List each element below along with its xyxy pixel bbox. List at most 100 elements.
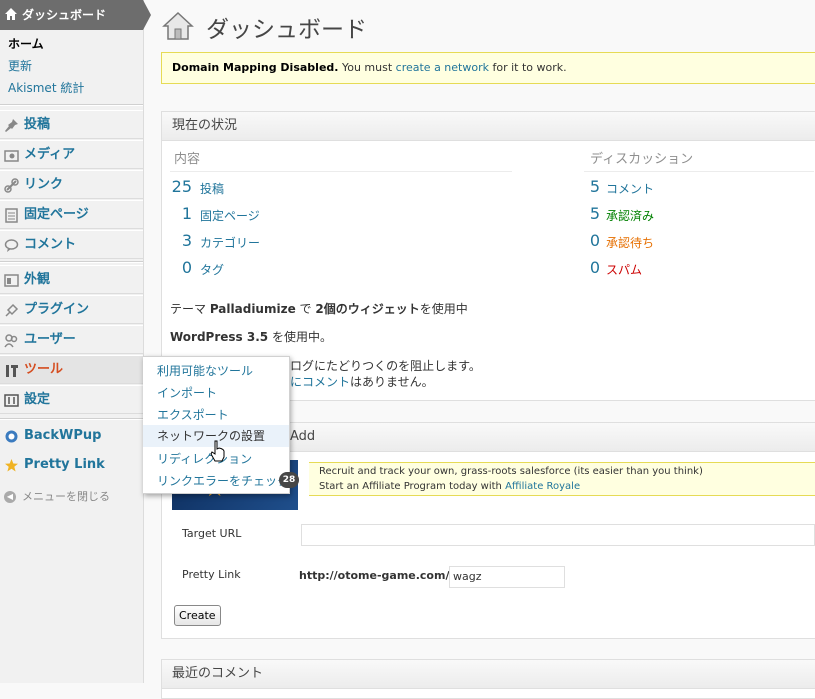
categories-link[interactable]: カテゴリー: [200, 234, 260, 251]
admin-sidebar: ダッシュボード ホーム 更新 Akismet 統計 投稿 メディア リンク 固定…: [0, 0, 151, 683]
menu-plugins[interactable]: プラグイン: [0, 295, 143, 324]
menu-settings[interactable]: 設定: [0, 385, 143, 414]
posts-link[interactable]: 投稿: [200, 180, 224, 197]
create-button[interactable]: Create: [174, 605, 221, 626]
menu-users-label: ユーザー: [24, 332, 76, 347]
menu-separator: [0, 261, 143, 263]
promo-line-2: Start an Affiliate Program today with Af…: [319, 479, 805, 494]
menu-backwpup[interactable]: BackWPup: [0, 422, 143, 451]
flyout-broken-link-checker[interactable]: リンクエラーをチェック: [157, 473, 289, 489]
hand-cursor-icon: [210, 440, 225, 462]
collapse-menu[interactable]: ◀ メニューを閉じる: [4, 489, 110, 505]
recent-comments-title[interactable]: 最近のコメント: [162, 660, 815, 689]
row-divider: [584, 171, 814, 172]
row-divider: [170, 171, 512, 172]
main-content: ダッシュボード Domain Mapping Disabled. You mus…: [144, 0, 815, 699]
menu-media-label: メディア: [24, 147, 76, 162]
submenu-home[interactable]: ホーム: [0, 33, 143, 55]
broken-links-count-badge: 28: [279, 472, 299, 488]
affiliate-royale-link[interactable]: Affiliate Royale: [505, 481, 580, 492]
tags-count[interactable]: 0: [154, 258, 192, 277]
menu-pretty-link[interactable]: Pretty Link: [0, 451, 143, 480]
flyout-import[interactable]: インポート: [157, 385, 217, 401]
target-url-label: Target URL: [182, 527, 242, 540]
appearance-icon: [4, 274, 19, 287]
menu-plugins-label: プラグイン: [24, 302, 90, 317]
plugin-icon: [5, 303, 19, 317]
notice-text-post: for it to work.: [488, 61, 567, 74]
create-network-link[interactable]: create a network: [396, 61, 489, 74]
submenu-akismet-stats[interactable]: Akismet 統計: [0, 77, 143, 99]
promo-line-2-text: Start an Affiliate Program today with: [319, 481, 506, 492]
target-url-input[interactable]: [301, 524, 815, 546]
menu-settings-label: 設定: [24, 392, 51, 407]
promo-line-1: Recruit and track your own, grass-roots …: [319, 466, 703, 477]
theme-text-mid: で: [295, 302, 316, 316]
menu-appearance[interactable]: 外観: [0, 265, 143, 294]
menu-links-label: リンク: [24, 177, 64, 192]
backwpup-icon: [5, 430, 18, 443]
collapse-label: メニューを閉じる: [22, 490, 110, 503]
link-icon: [4, 178, 19, 193]
wp-version: WordPress 3.5: [170, 330, 269, 344]
menu-posts-label: 投稿: [24, 117, 51, 132]
users-icon: [4, 334, 18, 348]
spam-count[interactable]: 0: [562, 258, 600, 277]
approved-count[interactable]: 5: [562, 204, 600, 223]
akismet-queue-post: はありません。: [350, 375, 434, 389]
comments-count[interactable]: 5: [562, 177, 600, 196]
affiliate-promo: Recruit and track your own, grass-roots …: [309, 462, 815, 496]
pretty-link-label: Pretty Link: [182, 568, 241, 581]
menu-separator: [0, 418, 143, 420]
widgets-link[interactable]: 2個のウィジェット: [315, 302, 419, 316]
flyout-redirection[interactable]: リディレクション: [157, 451, 252, 467]
approved-link[interactable]: 承認済み: [606, 207, 654, 224]
theme-text-pre: テーマ: [170, 302, 210, 316]
star-icon: [5, 459, 18, 472]
pages-count[interactable]: 1: [154, 204, 192, 223]
pending-count[interactable]: 0: [562, 231, 600, 250]
notice-bold: Domain Mapping Disabled.: [172, 61, 339, 74]
theme-info: テーマ Palladiumize で 2個のウィジェットを使用中: [170, 300, 468, 317]
notice-text-pre: You must: [338, 61, 396, 74]
menu-appearance-label: 外観: [24, 272, 51, 287]
menu-pages-label: 固定ページ: [24, 207, 89, 222]
theme-link[interactable]: Palladiumize: [210, 302, 296, 316]
menu-dashboard[interactable]: ダッシュボード: [0, 0, 151, 30]
menu-users[interactable]: ユーザー: [0, 325, 143, 354]
spam-link[interactable]: スパム: [606, 261, 642, 278]
page-icon: [5, 208, 18, 223]
tags-link[interactable]: タグ: [200, 261, 224, 278]
domain-mapping-notice: Domain Mapping Disabled. You must create…: [161, 52, 815, 84]
media-icon: [4, 150, 19, 162]
menu-links[interactable]: リンク: [0, 170, 143, 199]
posts-count[interactable]: 25: [154, 177, 192, 196]
pretty-link-prefix: http://otome-game.com/: [299, 569, 450, 582]
menu-tools[interactable]: ツール: [0, 355, 151, 384]
collapse-icon: ◀: [4, 491, 16, 503]
akismet-queue-link[interactable]: にコメント: [290, 375, 350, 389]
right-now-title[interactable]: 現在の状況: [162, 112, 815, 141]
pending-link[interactable]: 承認待ち: [606, 234, 654, 251]
settings-icon: [4, 394, 19, 407]
menu-comments-label: コメント: [24, 237, 77, 252]
menu-comments[interactable]: コメント: [0, 230, 143, 259]
flyout-export[interactable]: エクスポート: [157, 407, 229, 423]
comments-link[interactable]: コメント: [606, 180, 654, 197]
pin-icon: [5, 119, 18, 132]
pages-link[interactable]: 固定ページ: [200, 207, 260, 224]
dashboard-home-icon: [162, 11, 194, 40]
menu-pretty-link-label: Pretty Link: [24, 457, 105, 472]
flyout-available-tools[interactable]: 利用可能なツール: [157, 363, 253, 379]
wp-version-post: を使用中。: [268, 330, 332, 344]
submenu-updates[interactable]: 更新: [0, 55, 143, 77]
home-icon: [5, 8, 17, 20]
menu-pages[interactable]: 固定ページ: [0, 200, 143, 229]
pretty-link-slug-input[interactable]: wagz: [449, 566, 565, 588]
menu-media[interactable]: メディア: [0, 140, 143, 169]
comment-icon: [4, 239, 19, 252]
categories-count[interactable]: 3: [154, 231, 192, 250]
tools-icon: [6, 365, 18, 377]
menu-backwpup-label: BackWPup: [24, 428, 102, 443]
menu-posts[interactable]: 投稿: [0, 110, 143, 139]
